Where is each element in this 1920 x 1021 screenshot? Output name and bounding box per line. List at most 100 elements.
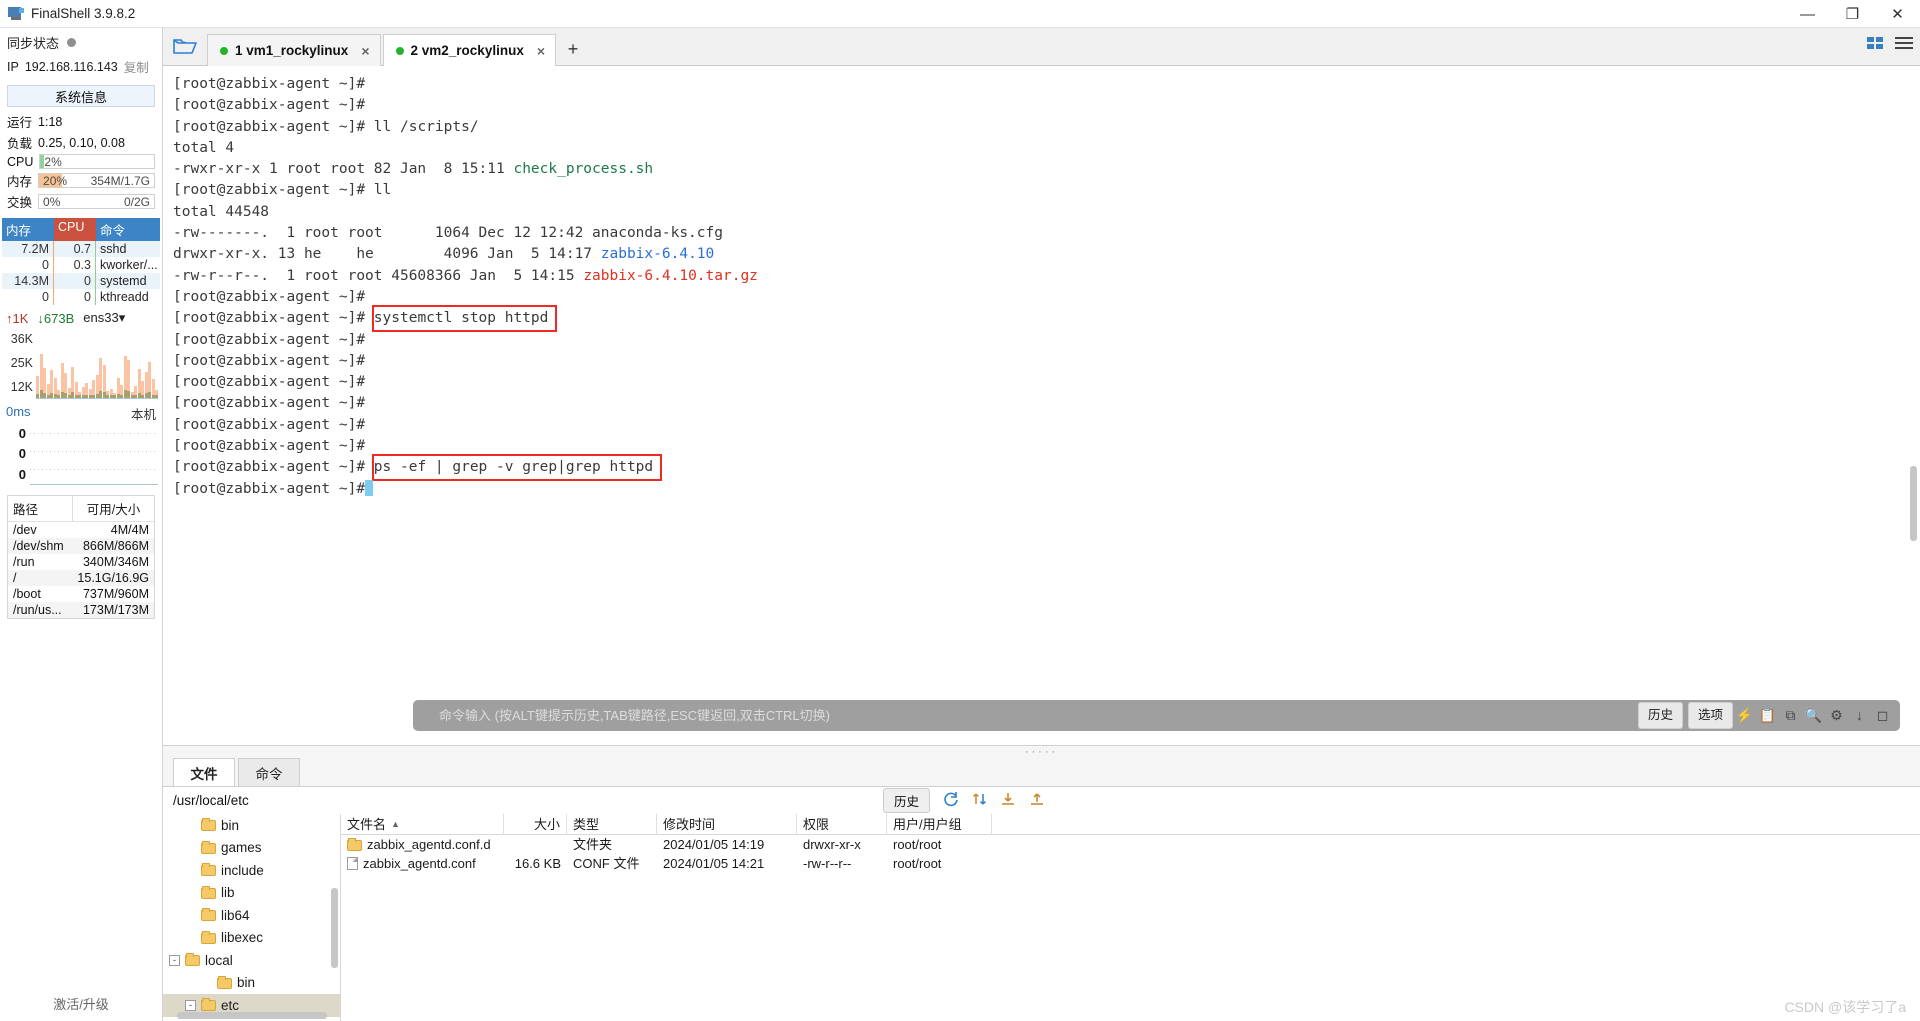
system-info-button[interactable]: 系统信息 [7,85,155,107]
disk-col-size[interactable]: 可用/大小 [73,496,154,521]
process-mem: 14.3M [2,273,54,289]
grid-view-icon[interactable] [1866,35,1884,54]
process-row[interactable]: 0 0.3 kworker/... [2,257,160,273]
file-perm: drwxr-xr-x [803,837,861,852]
folder-open-icon[interactable] [163,27,207,65]
file-col-owner[interactable]: 用户/用户组 [887,814,992,835]
history-button[interactable]: 历史 [1637,701,1683,730]
tree-node[interactable]: games [163,837,340,860]
terminal-line: -rwxr-xr-x 1 root root 82 Jan 8 15:11 ch… [173,159,1920,180]
copy-icon[interactable]: 📋 [1756,705,1779,726]
network-tick-1: 25K [10,356,33,370]
folder-icon [201,908,216,922]
terminal-line: -rw-------. 1 root root 1064 Dec 12 12:4… [173,223,1920,244]
disk-row[interactable]: /dev/shm 866M/866M [8,538,154,554]
terminal-prompt: [root@zabbix-agent ~]# [173,374,366,391]
file-col-name[interactable]: 文件名 ▲ [341,814,504,835]
bolt-icon[interactable]: ⚡ [1733,705,1756,726]
tree-horizontal-scrollbar[interactable] [177,1012,327,1019]
tree-node[interactable]: lib [163,882,340,905]
file-name-cell: zabbix_agentd.conf [341,854,504,873]
network-interface-select[interactable]: ens33▾ [83,310,125,326]
close-tab-icon[interactable]: × [361,43,369,59]
file-row[interactable]: zabbix_agentd.conf.d 文件夹 2024/01/05 14:19 d… [341,835,1920,854]
new-tab-button[interactable]: + [558,33,588,65]
tree-node[interactable]: libexec [163,927,340,950]
process-row[interactable]: 0 0 kthreadd [2,289,160,305]
terminal-line: [root@zabbix-agent ~]# [173,415,1920,436]
session-tab-1[interactable]: 1 vm1_rockylinux × [207,34,381,66]
tree-node[interactable]: bin [163,972,340,995]
activate-upgrade-link[interactable]: 激活/升级 [0,994,162,1013]
file-list-header: 文件名 ▲ 大小 类型 修改时间 权限 用户/用户组 [341,814,1920,835]
terminal-command: ll [365,182,392,199]
tab-commands[interactable]: 命令 [238,758,300,786]
terminal-prompt: [root@zabbix-agent ~]# [173,459,366,476]
file-mtime: 2024/01/05 14:21 [663,856,765,871]
disk-row[interactable]: /run/us... 173M/173M [8,602,154,618]
search-icon[interactable]: 🔍 [1802,705,1825,726]
gear-icon[interactable]: ⚙ [1825,705,1848,726]
upload-icon[interactable] [1029,791,1045,810]
memory-label: 内存 [7,175,33,189]
disk-row[interactable]: /run 340M/346M [8,554,154,570]
tab-files[interactable]: 文件 [173,758,235,786]
process-row[interactable]: 14.3M 0 systemd [2,273,160,289]
close-tab-icon[interactable]: × [537,43,545,59]
tree-node[interactable]: bin [163,814,340,837]
disk-row[interactable]: / 15.1G/16.9G [8,570,154,586]
terminal-scrollbar[interactable] [1909,66,1918,745]
highlight-box [372,305,557,333]
file-col-mtime[interactable]: 修改时间 [657,814,797,835]
file-list: 文件名 ▲ 大小 类型 修改时间 权限 用户/用户组 zabbix_agentd.… [341,814,1920,1021]
load-label: 负载 [7,137,33,151]
options-button[interactable]: 选项 [1687,701,1733,730]
process-table: 内存 CPU 命令 7.2M 0.7 sshd 0 0.3 kworker/... 14.3… [2,218,160,305]
terminal-output[interactable]: [root@zabbix-agent ~]# [root@zabbix-agent… [163,66,1920,745]
sync-status-label: 同步状态 [7,36,60,51]
maximize-button[interactable]: ❐ [1830,0,1875,28]
tree-node[interactable]: include [163,859,340,882]
file-col-type[interactable]: 类型 [567,814,657,835]
dock-resize-handle[interactable]: ····· [163,746,1920,758]
tree-expand-toggle[interactable]: - [169,954,180,966]
terminal-prompt: [root@zabbix-agent ~]# [173,288,366,305]
file-type: CONF 文件 [573,856,640,871]
upload-download-icon[interactable] [972,791,987,810]
current-path[interactable]: /usr/local/etc [173,793,249,808]
disk-row[interactable]: /dev 4M/4M [8,522,154,538]
tree-vertical-scrollbar[interactable] [331,888,338,968]
process-col-cmd[interactable]: 命令 [96,218,160,241]
process-cpu: 0.3 [54,257,96,273]
minimize-button[interactable]: — [1785,0,1830,28]
process-row[interactable]: 7.2M 0.7 sshd [2,241,160,257]
command-input-bar[interactable]: 命令输入 (按ALT键提示历史,TAB键路径,ESC键返回,双击CTRL切换) … [413,700,1900,731]
process-col-cpu[interactable]: CPU [54,218,96,241]
command-input[interactable]: 命令输入 (按ALT键提示历史,TAB键路径,ESC键返回,双击CTRL切换) [419,705,1633,726]
process-cmd: systemd [100,274,147,288]
directory-tree[interactable]: bin games include lib lib64 libexec - local bin -… [163,814,341,1021]
download-icon[interactable] [1000,791,1016,810]
session-tab-2[interactable]: 2 vm2_rockylinux × [382,34,557,66]
list-view-icon[interactable] [1894,35,1914,54]
refresh-icon[interactable] [943,791,959,810]
disk-col-path[interactable]: 路径 [8,496,73,521]
window-icon[interactable]: ◻ [1871,705,1894,726]
disk-row[interactable]: /boot 737M/960M [8,586,154,602]
copy-ip-button[interactable]: 复制 [124,57,149,76]
file-col-size[interactable]: 大小 [504,814,567,835]
clipboard-icon[interactable]: ⧉ [1779,705,1802,726]
tree-node[interactable]: lib64 [163,904,340,927]
file-owner: root/root [893,856,942,871]
file-col-perm[interactable]: 权限 [797,814,887,835]
process-col-mem[interactable]: 内存 [2,218,54,241]
file-row[interactable]: zabbix_agentd.conf 16.6 KB CONF 文件 2024/01/… [341,854,1920,873]
file-history-button[interactable]: 历史 [883,788,931,813]
tree-node[interactable]: - local [163,949,340,972]
file-size: 16.6 KB [514,856,561,871]
close-button[interactable]: ✕ [1875,0,1920,28]
tree-expand-toggle[interactable]: - [185,999,196,1011]
process-cpu: 0 [54,289,96,305]
disk-size: 866M/866M [82,539,149,553]
download-icon[interactable]: ↓ [1848,705,1871,726]
